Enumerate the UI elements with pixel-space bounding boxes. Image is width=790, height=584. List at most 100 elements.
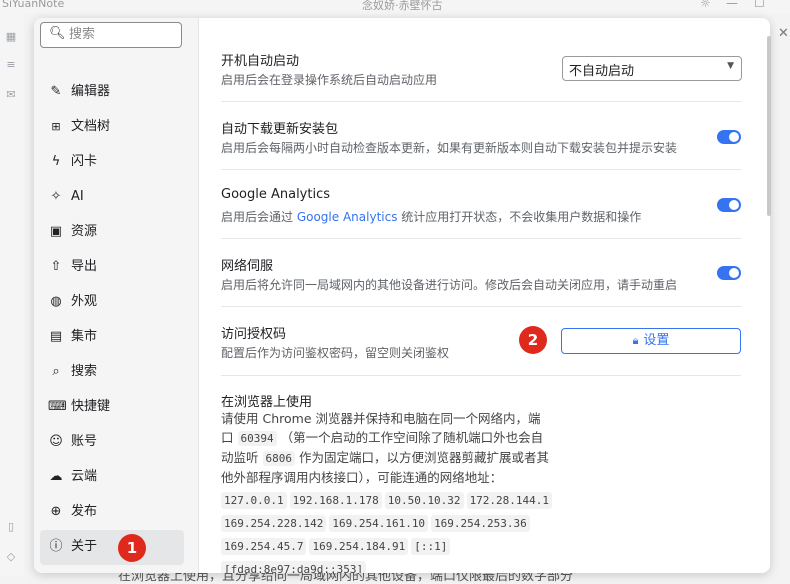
settings-nav: ✎ 编辑器 ⊞ 文档树 ϟ 闪卡 ✧ AI ▣ 资源 ⇧ 导出 ◍ 外观 ▤ 集… — [40, 75, 184, 565]
tag-icon[interactable]: ◇ — [3, 550, 19, 564]
sidebar-item-label: AI — [71, 189, 84, 204]
address-item: 172.28.144.1 — [466, 492, 553, 509]
button-label: 设置 — [643, 333, 670, 348]
app-titlebar: SiYuanNote 念奴娇·赤壁怀古 ☼ — ☐ — [0, 0, 790, 14]
address-item: [::1] — [411, 538, 451, 555]
outline-icon[interactable]: ▦ — [3, 30, 19, 44]
close-icon[interactable]: ✕ — [778, 26, 789, 41]
sidebar-item-label: 导出 — [71, 259, 98, 274]
chevron-down-icon: ▼ — [727, 61, 734, 71]
sidebar-item-about[interactable]: ⓘ 关于 — [40, 530, 184, 565]
setting-title: 自动下载更新安装包 — [221, 122, 339, 137]
info-icon: ⓘ — [49, 539, 63, 554]
sidebar-item-flashcard[interactable]: ϟ 闪卡 — [40, 145, 184, 180]
setting-description: 启用后会每隔两小时自动检查版本更新，如果有更新版本则自动下载安装包并提示安装 — [221, 141, 678, 155]
setting-description: 启用后会通过 Google Analytics 统计应用打开状态，不会收集用户数… — [221, 208, 641, 225]
address-item: 169.254.161.10 — [329, 515, 429, 532]
about-panel: 开机自动启动 启用后会在登录操作系统后自动启动应用 不自动启动 ▼ 自动下载更新… — [199, 18, 770, 573]
toggle-knob — [729, 132, 739, 142]
sidebar-item-bazaar[interactable]: ▤ 集市 — [40, 320, 184, 355]
inbox-icon[interactable]: ✉ — [3, 88, 19, 102]
sidebar-item-export[interactable]: ⇧ 导出 — [40, 250, 184, 285]
sidebar-item-assets[interactable]: ▣ 资源 — [40, 215, 184, 250]
sparkle-icon: ✧ — [50, 189, 62, 204]
sidebar-item-editor[interactable]: ✎ 编辑器 — [40, 75, 184, 110]
sidebar-item-label: 闪卡 — [71, 154, 98, 169]
settings-search[interactable]: 🔍︎ — [40, 22, 182, 48]
list-icon[interactable]: ≡ — [3, 58, 19, 72]
setting-title: 访问授权码 — [221, 327, 287, 342]
upload-icon: ⇧ — [50, 259, 62, 274]
setting-title: 网络伺服 — [221, 259, 274, 274]
sidebar-item-keymap[interactable]: ⌨ 快捷键 — [40, 390, 184, 425]
pencil-icon: ✎ — [50, 84, 62, 99]
divider — [221, 238, 741, 239]
minimize-icon[interactable]: — — [726, 0, 738, 10]
left-dock: ▦ ≡ ✉ ▯ ◇ — [0, 14, 24, 576]
port-code: 6806 — [262, 451, 295, 466]
globe-icon: ⊕ — [50, 504, 62, 519]
sidebar-item-filetree[interactable]: ⊞ 文档树 — [40, 110, 184, 145]
bazaar-icon: ▤ — [49, 329, 63, 344]
cloud-icon: ☁ — [49, 469, 63, 484]
sidebar-item-label: 外观 — [71, 294, 98, 309]
google-analytics-toggle[interactable] — [717, 198, 741, 212]
annotation-badge-1: 1 — [118, 534, 146, 562]
keyboard-icon: ⌨ — [48, 399, 67, 414]
toggle-knob — [729, 268, 739, 278]
network-serve-toggle[interactable] — [717, 266, 741, 280]
sidebar-item-label: 快捷键 — [71, 399, 111, 414]
sidebar-item-label: 编辑器 — [71, 84, 111, 99]
sidebar-item-label: 文档树 — [71, 119, 111, 134]
autostart-select[interactable]: 不自动启动 ▼ — [562, 56, 742, 81]
settings-dialog: 🔍︎ ✎ 编辑器 ⊞ 文档树 ϟ 闪卡 ✧ AI ▣ 资源 — [34, 18, 770, 573]
setting-description: 配置后作为访问鉴权密码，留空则关闭鉴权 — [221, 346, 450, 360]
sidebar-item-label: 集市 — [71, 329, 98, 344]
sidebar-item-label: 云端 — [71, 469, 98, 484]
bookmark-icon[interactable]: ▯ — [3, 520, 19, 534]
search-icon: 🔍︎ — [49, 26, 66, 41]
flash-icon: ϟ — [51, 154, 61, 169]
setting-description: 启用后将允许同一局域网内的其他设备进行访问。修改后会自动关闭应用，请手动重启 — [221, 278, 678, 292]
sidebar-item-appearance[interactable]: ◍ 外观 — [40, 285, 184, 320]
address-item: 10.50.10.32 — [384, 492, 464, 509]
sidebar-item-label: 资源 — [71, 224, 98, 239]
address-item: 169.254.45.7 — [221, 538, 307, 555]
browser-description: 请使用 Chrome 浏览器并保持和电脑在同一个网络内，端口 60394 （第一… — [221, 409, 551, 487]
palette-icon: ◍ — [50, 294, 62, 309]
document-title: 念奴娇·赤壁怀古 — [362, 0, 443, 12]
toggle-knob — [729, 200, 739, 210]
sidebar-item-account[interactable]: ☺ 账号 — [40, 425, 184, 460]
sidebar-item-label: 搜索 — [71, 364, 98, 379]
desc-suffix: 统计应用打开状态，不会收集用户数据和操作 — [397, 210, 642, 224]
search-input[interactable] — [69, 25, 175, 43]
divider — [221, 169, 741, 170]
address-item: [fdad:8e97:da9d::353] — [221, 561, 367, 573]
address-item: 169.254.253.36 — [431, 515, 530, 532]
tree-icon: ⊞ — [51, 120, 61, 133]
search-icon: ⌕ — [52, 364, 60, 379]
access-code-set-button[interactable]: 🔒︎ 设置 — [561, 328, 741, 354]
address-item: 169.254.228.142 — [221, 515, 327, 532]
sidebar-item-ai[interactable]: ✧ AI — [40, 180, 184, 215]
divider — [221, 375, 741, 376]
setting-title: Google Analytics — [221, 187, 331, 202]
select-value: 不自动启动 — [569, 64, 635, 79]
divider — [221, 306, 741, 307]
sidebar-item-publish[interactable]: ⊕ 发布 — [40, 495, 184, 530]
scrollbar[interactable] — [767, 36, 771, 216]
annotation-badge-2: 2 — [519, 326, 547, 354]
maximize-icon[interactable]: ☐ — [754, 0, 765, 10]
setting-description: 启用后会在登录操作系统后自动启动应用 — [221, 73, 438, 87]
address-item: 169.254.184.91 — [309, 538, 409, 555]
settings-sidebar: 🔍︎ ✎ 编辑器 ⊞ 文档树 ϟ 闪卡 ✧ AI ▣ 资源 — [34, 18, 198, 573]
google-analytics-link[interactable]: Google Analytics — [297, 210, 398, 224]
sidebar-item-label: 账号 — [71, 434, 98, 449]
sidebar-item-cloud[interactable]: ☁ 云端 — [40, 460, 184, 495]
theme-icon[interactable]: ☼ — [700, 0, 711, 10]
sidebar-item-search[interactable]: ⌕ 搜索 — [40, 355, 184, 390]
sidebar-item-label: 关于 — [71, 539, 98, 554]
sidebar-item-label: 发布 — [71, 504, 98, 519]
auto-download-toggle[interactable] — [717, 130, 741, 144]
app-name[interactable]: SiYuanNote — [2, 0, 64, 10]
